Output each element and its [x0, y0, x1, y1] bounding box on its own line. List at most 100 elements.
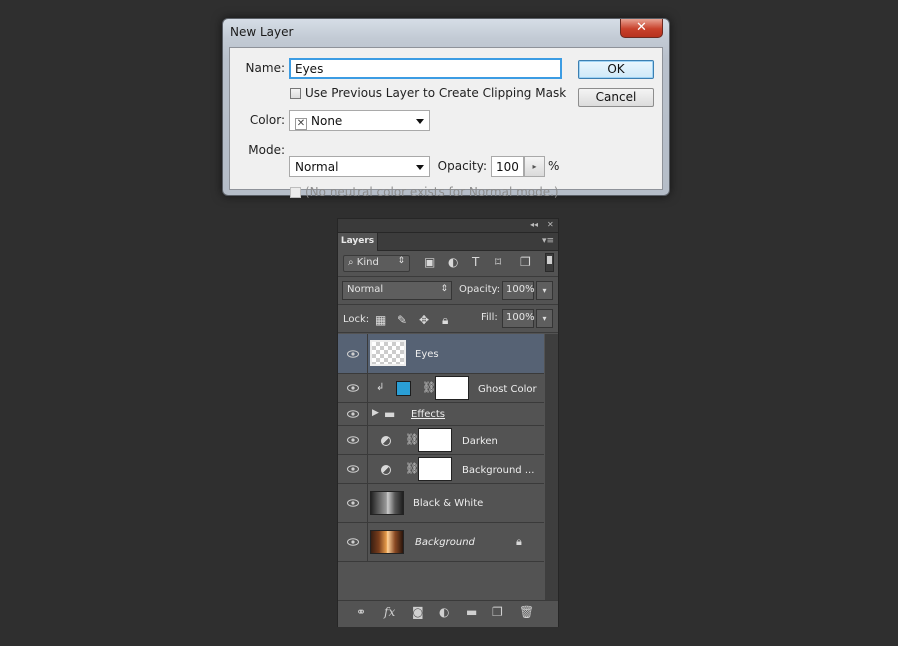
divider [338, 332, 558, 333]
percent-label: % [548, 159, 560, 173]
updown-arrow-icon: ⇕ [440, 284, 448, 294]
opacity-slider-arrow-icon[interactable]: ▸ [524, 156, 545, 177]
pixel-filter-icon[interactable]: ▣ [424, 255, 435, 269]
layer-row-effects-group[interactable]: ▶ ▬ Effects [338, 403, 544, 426]
mask-thumbnail [418, 457, 452, 481]
kind-filter-select[interactable]: ⌕ Kind ⇕ [343, 255, 410, 272]
layer-thumbnail [370, 530, 404, 554]
opacity-label: Opacity: [437, 159, 487, 173]
dropdown-arrow-icon [416, 119, 424, 124]
layer-row-darken[interactable]: ⛓ Darken [338, 426, 544, 455]
layer-name: Background ... [462, 465, 535, 476]
mode-select-value: Normal [295, 160, 339, 174]
link-layers-icon[interactable]: ⚭ [356, 605, 366, 619]
layer-row-ghost-color[interactable]: ↲ ⛓ Ghost Color [338, 374, 544, 403]
padlock-icon: 🔒︎ [516, 535, 522, 548]
new-adjustment-icon[interactable]: ◐ [439, 605, 449, 619]
kind-filter-value: Kind [356, 257, 379, 268]
lock-transparent-icon[interactable]: ▦ [375, 313, 386, 327]
toggle-knob [547, 256, 552, 264]
visibility-eye-icon[interactable] [338, 523, 368, 561]
opacity-input[interactable]: 100 [491, 156, 524, 177]
mode-label: Mode: [248, 143, 285, 157]
clipping-arrow-icon: ↲ [376, 382, 385, 393]
dialog-title: New Layer [230, 25, 294, 39]
layer-name: Eyes [415, 349, 439, 360]
mask-thumbnail [418, 428, 452, 452]
fill-dropdown-arrow-icon[interactable]: ▾ [536, 309, 553, 328]
close-button[interactable]: ✕ [620, 19, 663, 38]
layer-name: Ghost Color [478, 384, 537, 395]
none-swatch-icon: ✕ [295, 118, 307, 130]
expand-triangle-icon[interactable]: ▶ [372, 408, 379, 418]
divider [338, 304, 558, 305]
blend-mode-value: Normal [347, 284, 384, 295]
panel-topbar: ◂◂ ✕ [338, 219, 558, 233]
smart-object-filter-icon[interactable]: ❐ [520, 255, 531, 269]
lock-label: Lock: [343, 314, 370, 325]
filter-toggle-switch[interactable] [545, 253, 554, 272]
dialog-body: Name: Eyes Use Previous Layer to Create … [229, 47, 663, 199]
visibility-eye-icon[interactable] [338, 374, 368, 402]
visibility-eye-icon[interactable] [338, 484, 368, 522]
opacity-dropdown-arrow-icon[interactable]: ▾ [536, 281, 553, 300]
lock-all-padlock-icon[interactable]: 🔒︎ [442, 313, 448, 328]
link-chain-icon[interactable]: ⛓ [405, 433, 419, 446]
folder-icon: ▬ [384, 407, 396, 421]
type-filter-icon[interactable]: T [472, 255, 479, 269]
adjustment-filter-icon[interactable]: ◐ [448, 255, 458, 269]
layer-name: Effects [411, 409, 445, 420]
fill-input[interactable]: 100% [502, 309, 535, 328]
new-layer-dialog: New Layer ✕ Name: Eyes Use Previous Laye… [222, 18, 670, 199]
layer-name: Darken [462, 436, 498, 447]
clipping-mask-label: Use Previous Layer to Create Clipping Ma… [305, 86, 567, 100]
panel-close-icon[interactable]: ✕ [547, 220, 554, 229]
adjustment-layer-icon [381, 465, 391, 475]
shape-filter-icon[interactable]: ⌑ [495, 255, 501, 269]
divider [338, 276, 558, 277]
collapse-icon[interactable]: ◂◂ [530, 220, 538, 229]
updown-arrow-icon: ⇕ [397, 256, 405, 266]
fx-icon[interactable]: fx [384, 605, 395, 619]
new-group-folder-icon[interactable]: ▬ [466, 605, 477, 619]
visibility-eye-icon[interactable] [338, 426, 368, 454]
link-chain-icon[interactable]: ⛓ [422, 381, 436, 394]
layer-row-background[interactable]: Background 🔒︎ [338, 523, 544, 562]
panel-tabbar: Layers ▾≡ [338, 233, 558, 251]
layer-row-eyes[interactable]: Eyes [338, 334, 544, 374]
adjustment-layer-icon [381, 436, 391, 446]
color-fill-swatch [396, 381, 411, 396]
neutral-color-checkbox [290, 187, 301, 198]
visibility-eye-icon[interactable] [338, 455, 368, 483]
name-label: Name: [245, 61, 285, 75]
blend-mode-select[interactable]: Normal ⇕ [342, 281, 452, 300]
trash-icon[interactable]: 🗑︎ [519, 605, 534, 619]
layer-thumbnail [370, 491, 404, 515]
ok-button[interactable]: OK [578, 60, 654, 79]
add-mask-icon[interactable]: ◙ [412, 605, 424, 619]
dropdown-arrow-icon [416, 165, 424, 170]
lock-pixels-brush-icon[interactable]: ✎ [397, 313, 407, 327]
fill-label: Fill: [481, 312, 498, 323]
color-select[interactable]: ✕ None [289, 110, 430, 131]
layer-opacity-input[interactable]: 100% [502, 281, 535, 300]
tab-layers[interactable]: Layers [338, 233, 378, 251]
lock-position-move-icon[interactable]: ✥ [419, 313, 429, 327]
color-select-value: None [311, 114, 343, 128]
layers-list: Eyes ↲ ⛓ Ghost Color ▶ ▬ Effects ⛓ Darke… [338, 334, 544, 600]
new-layer-icon[interactable]: ❐ [492, 605, 503, 619]
layer-row-background-adjustment[interactable]: ⛓ Background ... [338, 455, 544, 484]
mode-select[interactable]: Normal [289, 156, 430, 177]
layer-name: Black & White [413, 498, 484, 509]
layers-scrollbar[interactable] [545, 334, 558, 600]
mask-thumbnail [435, 376, 469, 400]
visibility-eye-icon[interactable] [338, 403, 368, 425]
link-chain-icon[interactable]: ⛓ [405, 462, 419, 475]
cancel-button[interactable]: Cancel [578, 88, 654, 107]
visibility-eye-icon[interactable] [338, 334, 368, 373]
name-input[interactable]: Eyes [289, 58, 562, 79]
opacity-label: Opacity: [459, 284, 501, 295]
clipping-mask-checkbox[interactable] [290, 88, 301, 99]
layer-row-black-white[interactable]: Black & White [338, 484, 544, 523]
panel-menu-icon[interactable]: ▾≡ [542, 236, 554, 246]
